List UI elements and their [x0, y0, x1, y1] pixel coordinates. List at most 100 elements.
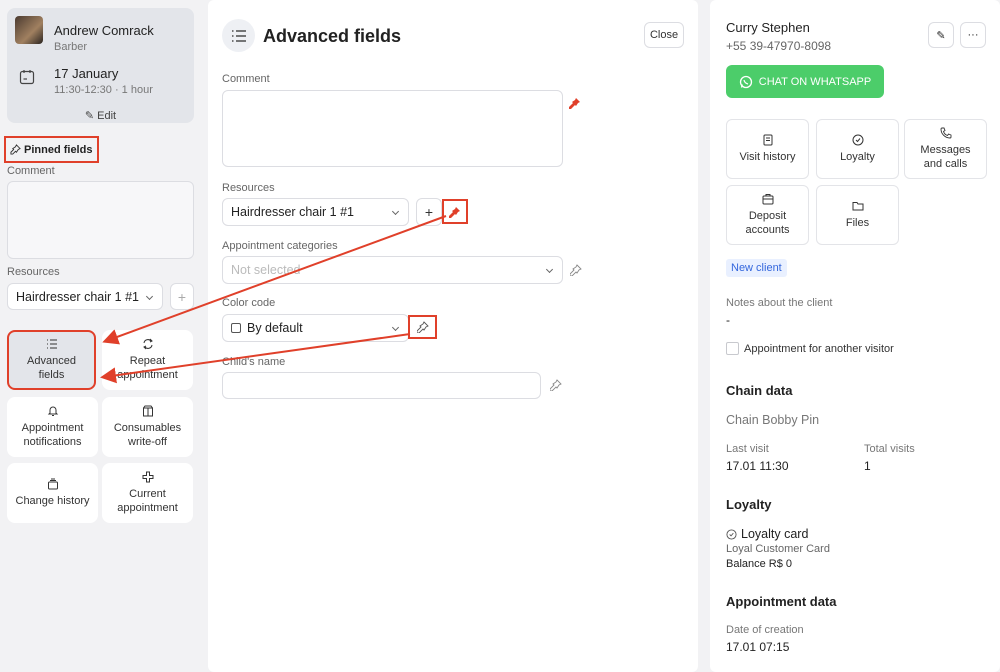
avatar: [15, 16, 43, 44]
page-title: Advanced fields: [263, 26, 402, 46]
pin-icon-active[interactable]: [568, 96, 582, 110]
status-badge: New client: [726, 259, 787, 277]
color-code-value: By default: [247, 321, 303, 335]
pinned-resource-select[interactable]: Hairdresser chair 1 #1: [7, 283, 163, 310]
pencil-icon: ✎: [84, 110, 95, 122]
pinned-comment-input[interactable]: [7, 181, 194, 259]
checkbox[interactable]: [726, 342, 739, 355]
pinned-resources-label: Resources: [7, 266, 60, 278]
tile-label: Messages and calls: [920, 144, 971, 170]
close-button[interactable]: Close: [644, 22, 684, 48]
tile-visit-history[interactable]: Visit history: [726, 119, 809, 179]
child-name-label: Child's name: [222, 356, 286, 368]
tile-appointment-notifications[interactable]: Appointment notifications: [7, 397, 98, 457]
client-phone: +55 39-47970-8098: [726, 39, 832, 53]
resource-value: Hairdresser chair 1 #1: [231, 205, 354, 219]
tile-label: Deposit accounts: [745, 210, 790, 236]
chevron-down-icon: [391, 207, 400, 216]
tile-label: Loyalty: [840, 151, 875, 163]
pin-child-name-button[interactable]: [549, 378, 563, 392]
tile-change-history[interactable]: Change history: [7, 463, 98, 523]
appointment-date: 17 January: [54, 66, 119, 81]
tile-label: Consumables write-off: [113, 422, 182, 448]
notes-label: Notes about the client: [726, 297, 833, 309]
tile-label: Repeat appointment: [117, 355, 178, 381]
plus-cross-icon: [142, 471, 153, 483]
whatsapp-chat-button[interactable]: CHAT ON WHATSAPP: [726, 65, 884, 98]
tile-repeat-appointment[interactable]: Repeat appointment: [102, 330, 193, 390]
tile-label: Files: [845, 217, 870, 229]
tile-current-appointment[interactable]: Current appointment: [102, 463, 193, 523]
tile-label: Change history: [15, 495, 90, 507]
add-resource-button[interactable]: +: [416, 198, 442, 226]
notes-value: -: [726, 313, 730, 327]
appointment-data-heading: Appointment data: [726, 594, 837, 609]
tile-files[interactable]: Files: [816, 185, 899, 245]
tile-label: Advanced fields: [27, 355, 76, 381]
tile-consumables-write-off[interactable]: Consumables write-off: [102, 397, 193, 457]
phone-icon: [940, 127, 951, 139]
pin-categories-button[interactable]: [569, 263, 583, 277]
loyalty-card-row: Loyalty card: [726, 527, 808, 541]
repeat-icon: [142, 338, 153, 350]
color-code-select[interactable]: By default: [222, 314, 409, 342]
comment-label: Comment: [222, 73, 270, 85]
creation-date-value: 17.01 07:15: [726, 640, 790, 654]
staff-role: Barber: [54, 41, 88, 53]
last-visit-value: 17.01 11:30: [726, 459, 789, 473]
tile-label: Visit history: [739, 151, 796, 163]
loyalty-heading: Loyalty: [726, 497, 772, 512]
tile-label: Appointment notifications: [21, 422, 84, 448]
loyalty-balance: Balance R$ 0: [726, 558, 793, 570]
loyalty-icon: [852, 134, 863, 146]
client-name: Curry Stephen: [726, 20, 810, 35]
client-panel: Curry Stephen +55 39-47970-8098 ✎ ··· CH…: [710, 0, 1000, 672]
folder-icon: [852, 202, 863, 211]
pin-icon: [550, 379, 562, 391]
pencil-icon: ✎: [936, 29, 946, 42]
history-icon: [47, 478, 58, 490]
whatsapp-label: CHAT ON WHATSAPP: [758, 75, 872, 88]
total-visits-value: 1: [864, 459, 871, 473]
box-icon: [142, 405, 153, 417]
pin-color-code-button[interactable]: [408, 315, 437, 339]
chevron-down-icon: [145, 292, 154, 300]
resources-label: Resources: [222, 182, 275, 194]
whatsapp-icon: [739, 75, 752, 88]
tile-advanced-fields[interactable]: Advanced fields: [7, 330, 96, 390]
edit-label: Edit: [97, 110, 117, 122]
another-visitor-label: Appointment for another visitor: [744, 342, 894, 355]
another-visitor-checkbox[interactable]: Appointment for another visitor: [726, 342, 894, 355]
pinned-add-resource-button[interactable]: +: [170, 283, 194, 310]
list-icon: [46, 339, 57, 349]
appointment-card: Andrew Comrack Barber 17 January 11:30-1…: [7, 8, 194, 123]
pin-icon: [570, 264, 582, 276]
pinned-comment-label: Comment: [7, 165, 55, 177]
tile-messages-and-calls[interactable]: Messages and calls: [904, 119, 987, 179]
child-name-input[interactable]: [222, 372, 541, 399]
staff-name: Andrew Comrack: [54, 23, 154, 38]
chain-data-heading: Chain data: [726, 383, 793, 398]
color-code-label: Color code: [222, 297, 276, 309]
edit-client-button[interactable]: ✎: [928, 22, 954, 48]
chevron-down-icon: [545, 265, 554, 274]
calendar-icon: [19, 70, 35, 85]
total-visits-label: Total visits: [864, 443, 915, 455]
comment-input[interactable]: [222, 90, 563, 167]
chevron-down-icon: [391, 323, 400, 332]
tile-loyalty[interactable]: Loyalty: [816, 119, 899, 179]
categories-select[interactable]: Not selected: [222, 256, 563, 284]
pinned-resource-value: Hairdresser chair 1 #1: [16, 289, 139, 304]
edit-button[interactable]: ✎ Edit: [7, 109, 194, 122]
chain-name: Chain Bobby Pin: [726, 413, 820, 427]
loyalty-card-title: Loyalty card: [741, 527, 809, 541]
pin-resource-button[interactable]: [442, 199, 468, 224]
pin-icon: [10, 144, 21, 155]
resource-select[interactable]: Hairdresser chair 1 #1: [222, 198, 409, 226]
pinned-fields-heading: Pinned fields: [4, 136, 99, 163]
tile-deposit-accounts[interactable]: Deposit accounts: [726, 185, 809, 245]
more-options-button[interactable]: ···: [960, 22, 986, 48]
loyalty-card-name: Loyal Customer Card: [726, 543, 830, 555]
categories-placeholder: Not selected: [231, 263, 301, 277]
appointment-time: 11:30-12:30 · 1 hour: [54, 84, 153, 96]
